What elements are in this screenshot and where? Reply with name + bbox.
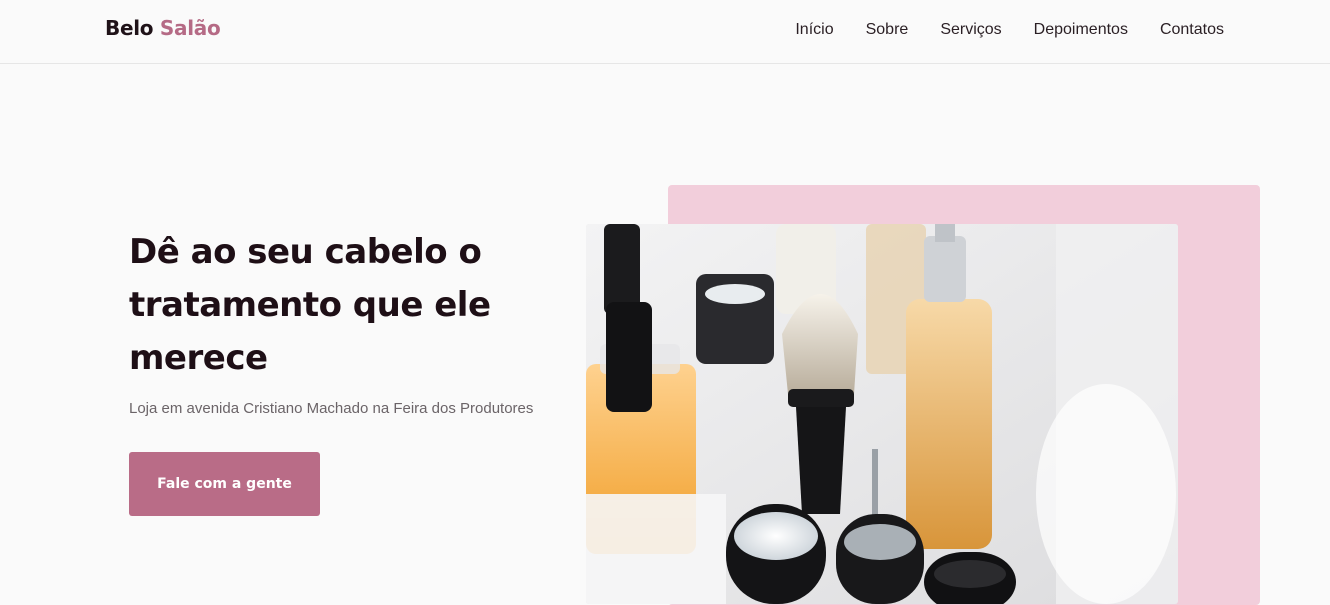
hero-title: Dê ao seu cabelo o tratamento que ele me…: [129, 232, 491, 378]
contact-cta-button[interactable]: Fale com a gente: [129, 452, 320, 516]
nav-item: Sobre: [866, 19, 909, 39]
nav-link-servicos[interactable]: Serviços: [940, 21, 1001, 38]
nav-link-depoimentos[interactable]: Depoimentos: [1034, 21, 1128, 38]
nav-item: Serviços: [940, 19, 1001, 39]
navbar: Belo Salão Início Sobre Serviços Depoime…: [0, 0, 1330, 64]
logo-link[interactable]: Belo Salão: [105, 16, 221, 40]
hero-product-photo: [586, 224, 1178, 604]
logo-text-primary: Belo: [105, 16, 154, 40]
nav-link-sobre[interactable]: Sobre: [866, 21, 909, 38]
product-photo-illustration: [586, 224, 1178, 604]
nav-item: Contatos: [1160, 19, 1224, 39]
nav-link-inicio[interactable]: Início: [795, 21, 833, 38]
logo-text-accent: Salão: [159, 16, 221, 40]
nav-item: Início: [795, 19, 833, 39]
hero-subtitle: Loja em avenida Cristiano Machado na Fei…: [129, 400, 534, 417]
nav-item: Depoimentos: [1034, 19, 1128, 39]
nav-link-contatos[interactable]: Contatos: [1160, 21, 1224, 38]
nav-menu: Início Sobre Serviços Depoimentos Contat…: [795, 19, 1224, 39]
